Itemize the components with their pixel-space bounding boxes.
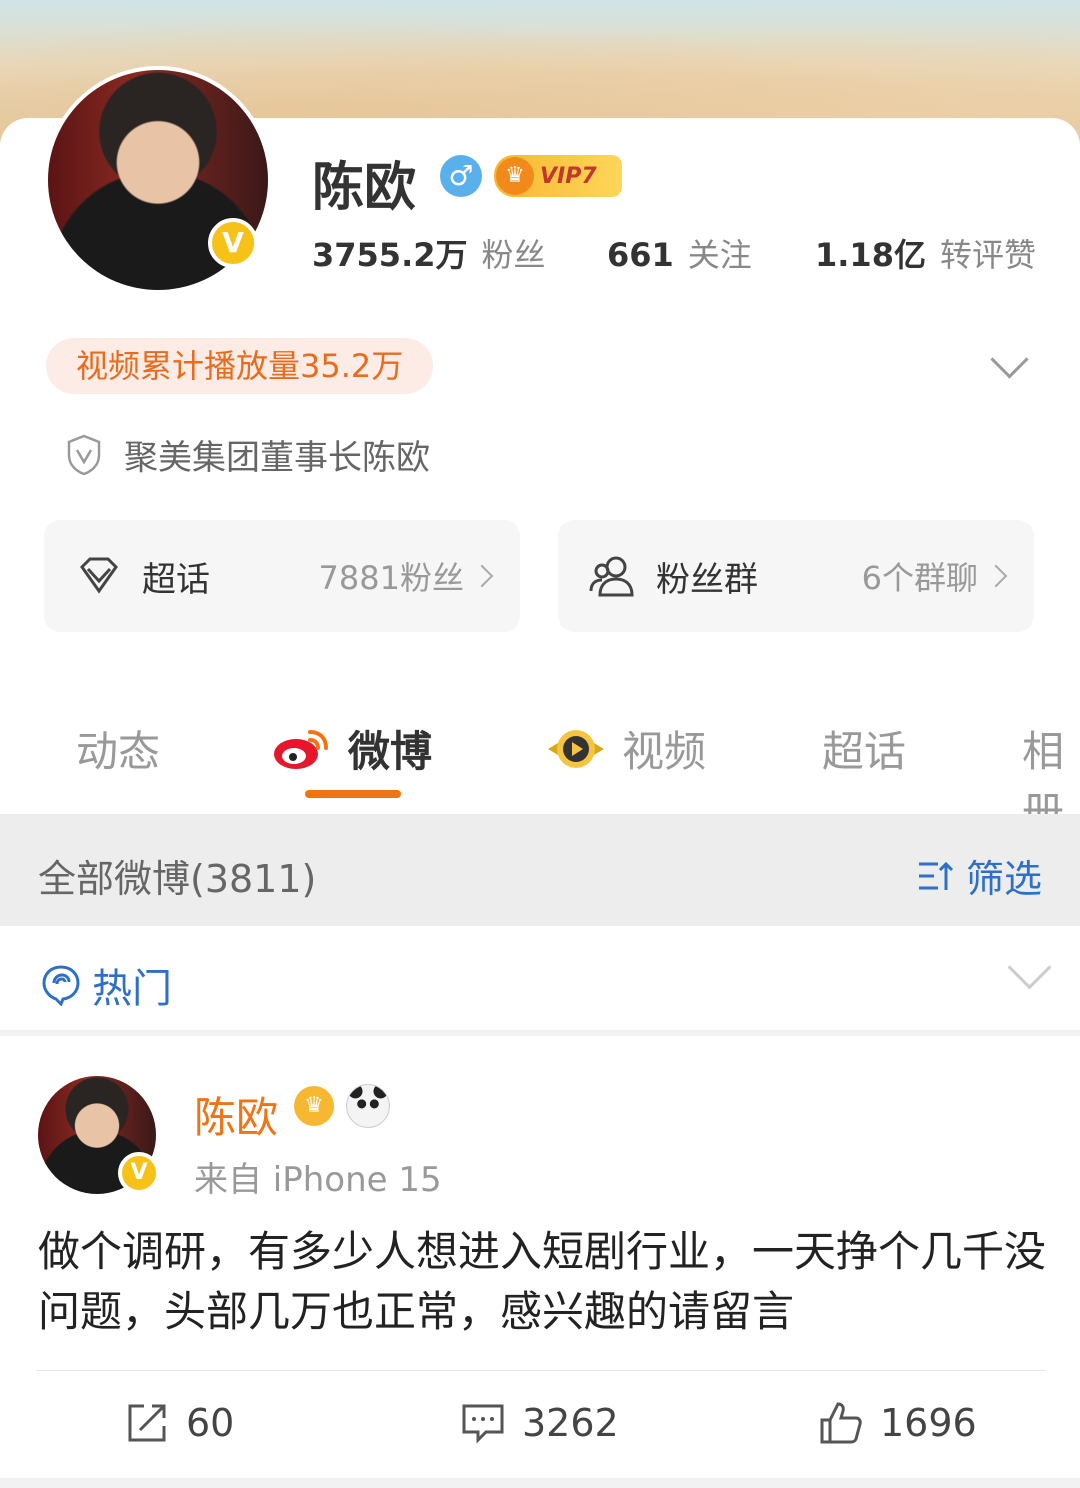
vip-badge[interactable]: ♛ VIP7 — [494, 155, 622, 197]
tab-super-topic[interactable]: 超话 — [822, 718, 906, 779]
vip-label: VIP7 — [540, 163, 597, 189]
weibo-logo-icon — [274, 729, 328, 769]
tab-video-label: 视频 — [622, 727, 707, 776]
stat-followers-value: 3755.2万 — [312, 236, 468, 274]
post-divider — [36, 1370, 1046, 1371]
people-icon — [589, 556, 634, 597]
stat-interactions-value: 1.18亿 — [815, 236, 926, 274]
hot-sort-bar: 热门 — [0, 926, 1080, 1036]
stat-interactions[interactable]: 1.18亿 转评赞 — [815, 230, 1036, 276]
post-source: 来自 iPhone 15 — [194, 1160, 442, 1200]
repost-button[interactable]: 60 — [124, 1400, 234, 1446]
bottom-separator — [0, 1478, 1080, 1488]
fan-group-label: 粉丝群 — [656, 559, 758, 600]
tab-weibo-label: 微博 — [348, 727, 433, 776]
stat-following-value: 661 — [607, 236, 674, 274]
comment-button[interactable]: 3262 — [460, 1400, 619, 1446]
certification-row: 聚美集团董事长陈欧 — [66, 430, 430, 479]
fan-group-count: 6个群聊 — [861, 559, 978, 597]
like-button[interactable]: 1696 — [818, 1400, 977, 1446]
feed-filter-bar: 全部微博(3811) 筛选 — [0, 814, 1080, 926]
post-body-text[interactable]: 做个调研，有多少人想进入短剧行业，一天挣个几千没问题，头部几万也正常，感兴趣的请… — [38, 1222, 1048, 1342]
fan-group-tile[interactable]: 粉丝群 6个群聊 — [558, 520, 1034, 632]
filter-label: 筛选 — [966, 857, 1043, 901]
stat-followers[interactable]: 3755.2万 粉丝 — [312, 230, 546, 276]
shield-v-icon — [67, 434, 101, 475]
video-play-icon — [548, 729, 604, 768]
video-plays-pill[interactable]: 视频累计播放量35.2万 — [46, 338, 434, 394]
super-topic-label: 超话 — [142, 559, 210, 600]
post-crown-icon: ♛ — [294, 1086, 334, 1126]
male-gender-icon: ♂ — [440, 155, 482, 197]
hot-sort-button[interactable]: 热门 — [40, 956, 172, 1014]
like-count: 1696 — [880, 1401, 977, 1445]
filter-button[interactable]: 筛选 — [916, 848, 1042, 903]
stat-following-label: 关注 — [687, 236, 752, 274]
diamond-icon — [80, 557, 118, 594]
post-verified-badge-icon: V — [118, 1152, 160, 1194]
chevron-right-icon — [984, 564, 1008, 588]
stat-following[interactable]: 661 关注 — [607, 230, 752, 276]
panda-icon — [346, 1084, 390, 1128]
comment-count: 3262 — [522, 1401, 619, 1445]
stat-interactions-label: 转评赞 — [939, 236, 1036, 274]
post-author-name[interactable]: 陈欧 — [194, 1084, 278, 1145]
profile-tabs: 动态 微博 视频 超话 相册 — [0, 700, 1080, 837]
chevron-right-icon — [470, 564, 494, 588]
crown-icon: ♛ — [496, 157, 534, 195]
post-actions: 60 3262 1696 — [0, 1394, 1080, 1464]
tab-dynamics[interactable]: 动态 — [76, 718, 160, 779]
profile-name: 陈欧 — [312, 158, 417, 218]
certification-text: 聚美集团董事长陈欧 — [124, 438, 430, 478]
super-topic-tile[interactable]: 超话 7881粉丝 — [44, 520, 520, 632]
repost-count: 60 — [186, 1401, 235, 1445]
repost-share-icon — [128, 1404, 166, 1442]
hot-expand-chevron-down-icon[interactable] — [1007, 945, 1052, 990]
active-tab-indicator — [305, 790, 401, 798]
hot-label: 热门 — [92, 966, 172, 1012]
super-topic-count: 7881粉丝 — [318, 559, 464, 597]
stat-followers-label: 粉丝 — [481, 236, 546, 274]
verified-badge-icon: V — [208, 218, 258, 268]
tab-weibo[interactable]: 微博 — [272, 718, 432, 779]
tab-video[interactable]: 视频 — [546, 718, 706, 779]
all-weibo-count[interactable]: 全部微博(3811) — [38, 848, 316, 903]
comment-bubble-icon — [462, 1404, 504, 1444]
filter-sort-icon — [919, 861, 954, 890]
thumbs-up-icon — [820, 1402, 862, 1444]
hot-bubble-icon — [42, 965, 80, 1006]
